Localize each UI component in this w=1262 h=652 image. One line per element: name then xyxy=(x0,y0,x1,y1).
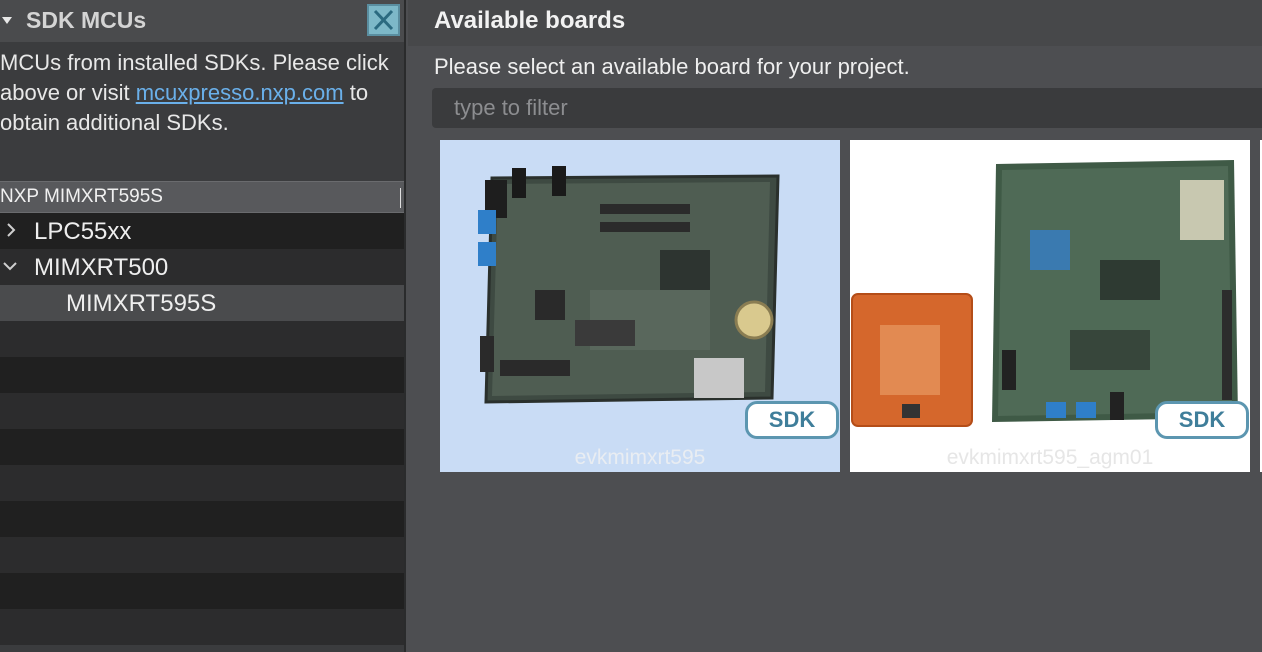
chevron-down-icon[interactable] xyxy=(2,258,18,274)
tree-item-mimxrt500[interactable]: MIMXRT500 xyxy=(0,249,404,285)
mcuxpresso-link[interactable]: mcuxpresso.nxp.com xyxy=(136,80,344,105)
collapse-triangle-icon[interactable] xyxy=(2,17,12,24)
tree-empty-row xyxy=(0,465,404,501)
available-boards-title: Available boards xyxy=(434,7,626,34)
sdk-badge: SDK xyxy=(1155,401,1249,439)
sdk-mcus-panel: SDK MCUs MCUs from installed SDKs. Pleas… xyxy=(0,0,406,652)
board-name: evkmimxrt595_agm01 xyxy=(946,446,1154,469)
tree-empty-row xyxy=(0,573,404,609)
tree-empty-row xyxy=(0,501,404,537)
tree-empty-row xyxy=(0,429,404,465)
available-boards-panel: Available boards Please select an availa… xyxy=(408,0,1262,652)
mcu-filter-value: NXP MIMXRT595S xyxy=(0,186,163,207)
close-icon xyxy=(373,9,394,31)
tree-empty-row xyxy=(0,393,404,429)
text-caret xyxy=(400,188,401,208)
tree-empty-row xyxy=(0,321,404,357)
available-boards-header: Available boards xyxy=(408,0,1262,46)
sdk-mcus-title: SDK MCUs xyxy=(26,7,147,33)
mcu-filter-input[interactable]: NXP MIMXRT595S xyxy=(0,181,404,213)
sdk-mcus-header: SDK MCUs xyxy=(0,0,404,42)
tree-empty-row xyxy=(0,609,404,645)
board-filter[interactable] xyxy=(432,88,1262,128)
tree-item-label: MIMXRT595S xyxy=(66,290,217,317)
board-card-evkmimxrt595[interactable]: SDK evkmimxrt595 xyxy=(440,140,840,472)
tree-item-mimxrt595s[interactable]: MIMXRT595S xyxy=(0,285,404,321)
mcu-tree: LPC55xx MIMXRT500 MIMXRT595S xyxy=(0,213,404,645)
tree-empty-row xyxy=(0,357,404,393)
available-boards-subtitle: Please select an available board for you… xyxy=(434,54,910,79)
board-card-evkmimxrt595-agm01[interactable]: SDK evkmimxrt595_agm01 xyxy=(850,140,1250,472)
chevron-right-icon[interactable] xyxy=(6,222,16,238)
board-filter-input[interactable] xyxy=(432,88,1262,128)
tree-empty-row xyxy=(0,537,404,573)
board-name: evkmimxrt595 xyxy=(574,446,706,469)
tree-item-lpc55xx[interactable]: LPC55xx xyxy=(0,213,404,249)
clear-filter-button[interactable] xyxy=(367,4,400,36)
tree-item-label: LPC55xx xyxy=(34,218,132,245)
sdk-description: MCUs from installed SDKs. Please click a… xyxy=(0,48,400,138)
tree-item-label: MIMXRT500 xyxy=(34,254,169,281)
sdk-badge: SDK xyxy=(745,401,839,439)
